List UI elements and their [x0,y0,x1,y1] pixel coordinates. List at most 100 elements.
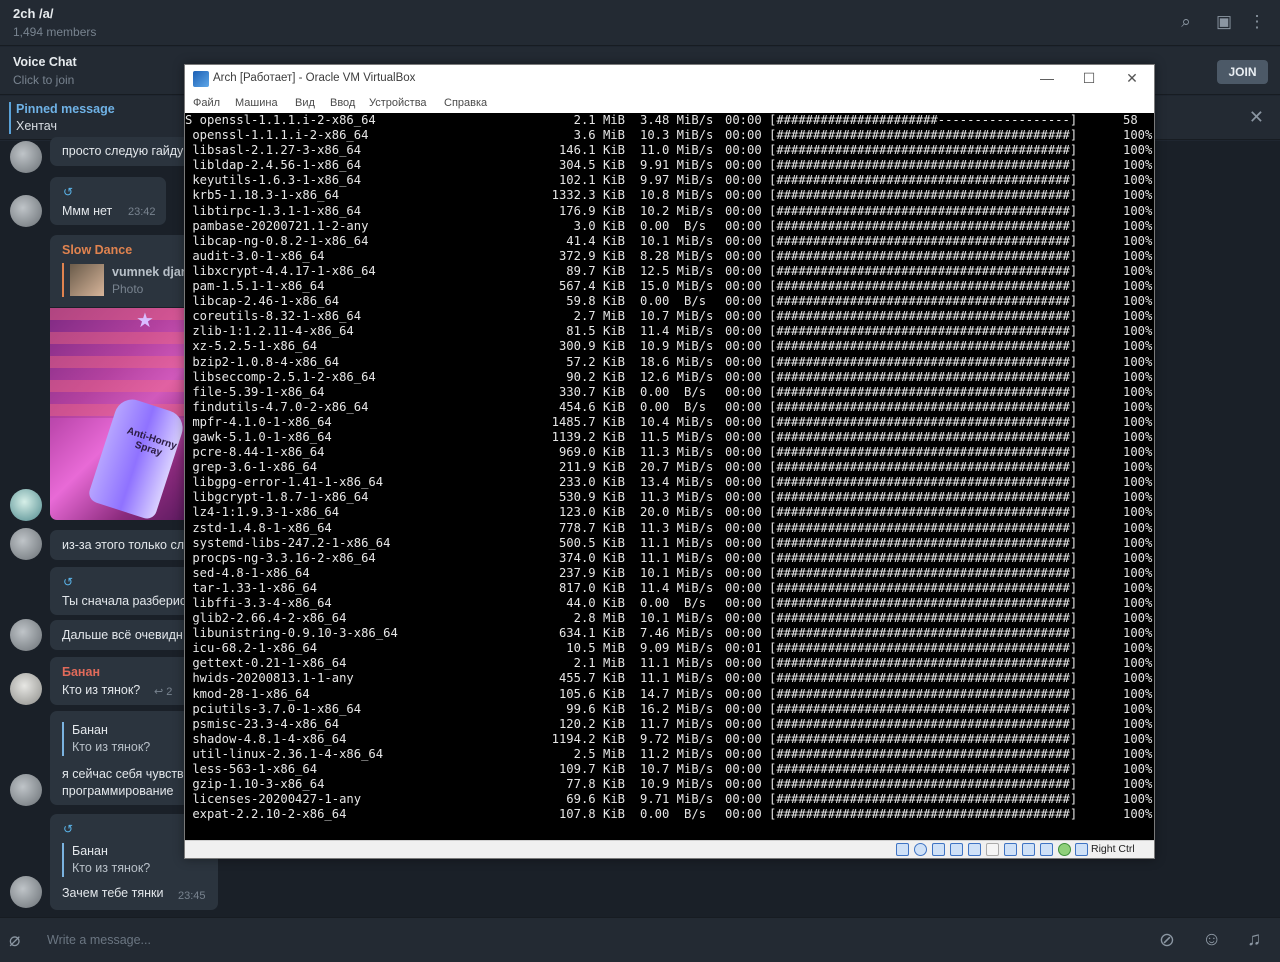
attach-icon[interactable]: ⌀ [9,929,20,952]
forward-thumbnail[interactable] [70,264,104,296]
display-icon[interactable] [1004,843,1017,856]
menu-view[interactable]: Вид [295,97,315,109]
message-bubble[interactable]: Дальше всё очевидн [50,620,190,650]
cpu-icon[interactable] [1040,843,1053,856]
more-options-icon[interactable]: ⋮ [1247,12,1267,32]
terminal-bar: [#######################################… [769,279,1078,294]
message-bubble[interactable]: Банан Кто из тянок? ↩ 2 [50,657,190,705]
terminal-pct: 100% [1123,701,1153,716]
terminal-pct: 100% [1123,143,1153,158]
message-bubble[interactable]: ↺ Ты сначала разберис [50,567,190,615]
terminal-speed: 9.71 MiB/s [640,792,714,807]
terminal-time: 00:00 [725,445,762,460]
sender-name[interactable]: Slow Dance [62,243,132,257]
terminal-pct: 100% [1123,414,1153,429]
terminal-time: 00:00 [725,686,762,701]
terminal-line: tar-1.33-1-x86_64 817.0 KiB 11.4 MiB/s 00:0… [185,581,1154,596]
emoji-icon[interactable]: ☺ [1202,929,1221,951]
avatar[interactable] [10,489,42,521]
avatar[interactable] [10,195,42,227]
terminal-time: 00:01 [725,641,762,656]
terminal-speed: 11.3 MiB/s [640,520,714,535]
usb-icon[interactable] [986,843,999,856]
close-pinned-icon[interactable]: ✕ [1249,107,1264,128]
sidebar-toggle-icon[interactable]: ▣ [1214,12,1234,32]
terminal-size: 41.4 KiB [566,233,625,248]
optical-drive-icon[interactable] [914,843,927,856]
vm-statusbar: Right Ctrl [185,840,1154,858]
terminal-size: 2.7 MiB [573,309,625,324]
menu-machine[interactable]: Машина [235,97,278,109]
terminal-pct: 100% [1123,429,1153,444]
terminal-pct: 100% [1123,580,1153,595]
avatar[interactable] [10,619,42,651]
vm-screen[interactable]: S openssl-1.1.1.i-2-x86_64 2.1 MiB 3.48 Mi… [185,113,1154,840]
terminal-bar: [#######################################… [769,369,1078,384]
terminal-size: 530.9 KiB [558,490,625,505]
message-bubble[interactable]: просто следую гайду [50,137,190,166]
terminal-size: 69.6 KiB [566,792,625,807]
terminal-bar: [#######################################… [769,203,1078,218]
network-icon[interactable] [950,843,963,856]
avatar[interactable] [10,876,42,908]
terminal-time: 00:00 [725,309,762,324]
close-icon[interactable]: ✕ [1121,67,1143,89]
terminal-time: 00:00 [725,158,762,173]
reply-quote[interactable]: Банан Кто из тянок? [62,843,150,877]
message-bubble[interactable]: Банан Кто из тянок? я сейчас себя чувств… [50,711,190,805]
menu-devices[interactable]: Устройства [369,97,427,109]
terminal-speed: 11.7 MiB/s [640,716,714,731]
terminal-bar: [#######################################… [769,475,1078,490]
message-bubble[interactable]: ↺ Ммм нет 23:42 [50,177,166,225]
chat-title[interactable]: 2ch /a/ [13,6,53,21]
bot-commands-icon[interactable]: ⊘ [1159,929,1175,952]
recording-icon[interactable] [1022,843,1035,856]
terminal-pct: 100% [1123,762,1153,777]
terminal-pct: 100% [1123,611,1153,626]
microphone-icon[interactable]: ♫ [1247,929,1261,951]
terminal-size: 817.0 KiB [558,580,625,595]
avatar[interactable] [10,673,42,705]
terminal-speed: 0.00 B/s [640,384,707,399]
search-icon[interactable]: ⌕ [1176,12,1196,32]
terminal-pct: 100% [1123,263,1153,278]
terminal-time: 00:00 [725,611,762,626]
avatar[interactable] [10,774,42,806]
reply-quote-text: Кто из тянок? [72,861,151,875]
terminal-pct: 100% [1123,158,1153,173]
menu-input[interactable]: Ввод [330,97,355,109]
terminal-pct: 100% [1123,445,1153,460]
avatar[interactable] [10,141,42,173]
forwarded-message[interactable]: Slow Dance vumnek djan Photo [50,235,190,307]
terminal-pct: 100% [1123,550,1153,565]
keyboard-capture-icon[interactable] [1075,843,1088,856]
terminal-output: S openssl-1.1.1.i-2-x86_64 2.1 MiB 3.48 Mi… [185,113,1154,822]
mouse-integration-icon[interactable] [1058,843,1071,856]
reply-quote[interactable]: Банан Кто из тянок? [62,722,150,756]
join-voice-chat-button[interactable]: JOIN [1217,60,1268,84]
terminal-pct: 100% [1123,203,1153,218]
menu-help[interactable]: Справка [444,97,487,109]
window-titlebar[interactable]: Arch [Работает] - Oracle VM VirtualBox —… [185,65,1154,92]
menu-file[interactable]: Файл [193,97,220,109]
message-text: я сейчас себя чувств [62,767,184,781]
message-input[interactable]: Write a message... [47,933,151,947]
terminal-size: 109.7 KiB [558,762,625,777]
minimize-icon[interactable]: — [1036,67,1058,89]
message-photo[interactable]: ★ Anti-Horny Spray [50,308,190,520]
maximize-icon[interactable]: ☐ [1078,67,1100,89]
terminal-name: libldap-2.4.56-1-x86_64 [185,158,362,173]
terminal-size: 567.4 KiB [558,279,625,294]
audio-icon[interactable] [932,843,945,856]
terminal-name: gettext-0.21-1-x86_64 [185,656,347,671]
terminal-pct: 100% [1123,596,1153,610]
message-bubble[interactable]: из-за этого только сл [50,530,190,560]
terminal-pct: 100% [1123,354,1153,369]
virtualbox-window[interactable]: Arch [Работает] - Oracle VM VirtualBox —… [184,64,1155,859]
terminal-time: 00:00 [725,113,762,127]
sender-name[interactable]: Банан [62,665,100,679]
terminal-size: 57.2 KiB [566,354,625,369]
shared-folders-icon[interactable] [968,843,981,856]
avatar[interactable] [10,528,42,560]
hard-disk-icon[interactable] [896,843,909,856]
